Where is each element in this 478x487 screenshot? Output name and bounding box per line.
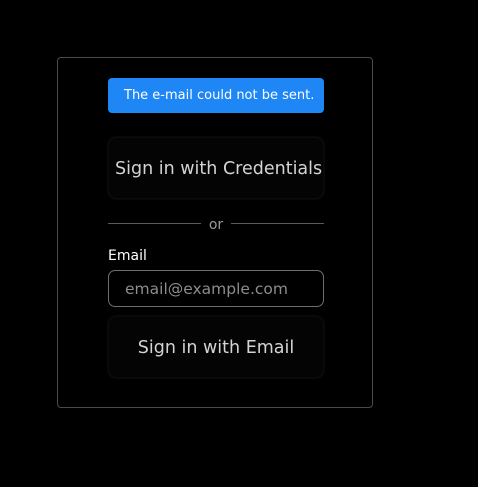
sign-in-email-button[interactable]: Sign in with Email xyxy=(108,316,324,378)
error-alert: The e-mail could not be sent. xyxy=(108,78,324,113)
divider-text: or xyxy=(208,217,224,233)
divider-line-right xyxy=(231,223,324,224)
email-label: Email xyxy=(108,248,147,264)
divider-line-left xyxy=(108,223,201,224)
email-field[interactable] xyxy=(108,270,324,307)
sign-in-credentials-button[interactable]: Sign in with Credentials xyxy=(108,137,324,199)
